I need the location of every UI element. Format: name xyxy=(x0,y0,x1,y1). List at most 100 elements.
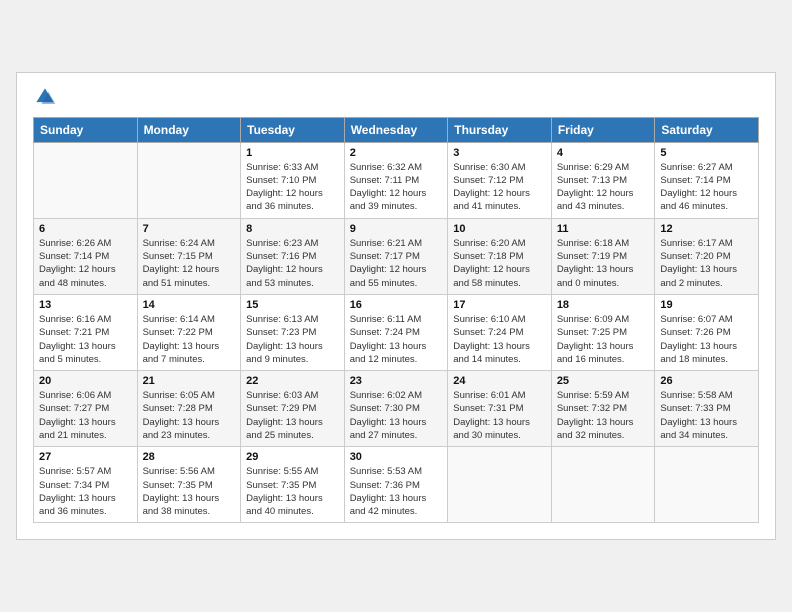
day-info: Sunrise: 6:02 AMSunset: 7:30 PMDaylight:… xyxy=(350,389,443,442)
calendar-cell: 14 Sunrise: 6:14 AMSunset: 7:22 PMDayligh… xyxy=(137,294,241,370)
day-info: Sunrise: 6:06 AMSunset: 7:27 PMDaylight:… xyxy=(39,389,132,442)
day-number: 16 xyxy=(350,299,443,311)
calendar-cell: 21 Sunrise: 6:05 AMSunset: 7:28 PMDayligh… xyxy=(137,371,241,447)
calendar-week-row: 6 Sunrise: 6:26 AMSunset: 7:14 PMDaylight… xyxy=(34,218,759,294)
day-info: Sunrise: 6:07 AMSunset: 7:26 PMDaylight:… xyxy=(660,313,753,366)
calendar-week-row: 27 Sunrise: 5:57 AMSunset: 7:34 PMDayligh… xyxy=(34,447,759,523)
calendar-week-row: 1 Sunrise: 6:33 AMSunset: 7:10 PMDaylight… xyxy=(34,142,759,218)
day-info: Sunrise: 6:21 AMSunset: 7:17 PMDaylight:… xyxy=(350,237,443,290)
day-number: 21 xyxy=(143,375,236,387)
day-number: 12 xyxy=(660,223,753,235)
calendar-table: SundayMondayTuesdayWednesdayThursdayFrid… xyxy=(33,117,759,524)
calendar-cell: 4 Sunrise: 6:29 AMSunset: 7:13 PMDaylight… xyxy=(551,142,655,218)
calendar-cell: 15 Sunrise: 6:13 AMSunset: 7:23 PMDayligh… xyxy=(241,294,345,370)
header-day: Saturday xyxy=(655,117,759,142)
day-info: Sunrise: 6:23 AMSunset: 7:16 PMDaylight:… xyxy=(246,237,339,290)
calendar-cell: 16Sunrise: 6:11 AMSunset: 7:24 PMDayligh… xyxy=(344,294,448,370)
day-number: 27 xyxy=(39,451,132,463)
calendar-cell: 3 Sunrise: 6:30 AMSunset: 7:12 PMDaylight… xyxy=(448,142,552,218)
day-number: 5 xyxy=(660,147,753,159)
header-row: SundayMondayTuesdayWednesdayThursdayFrid… xyxy=(34,117,759,142)
calendar-cell: 26Sunrise: 5:58 AMSunset: 7:33 PMDayligh… xyxy=(655,371,759,447)
day-number: 13 xyxy=(39,299,132,311)
day-number: 2 xyxy=(350,147,443,159)
day-info: Sunrise: 5:55 AMSunset: 7:35 PMDaylight:… xyxy=(246,465,339,518)
day-info: Sunrise: 6:27 AMSunset: 7:14 PMDaylight:… xyxy=(660,161,753,214)
calendar-cell: 13 Sunrise: 6:16 AMSunset: 7:21 PMDayligh… xyxy=(34,294,138,370)
calendar-cell: 7 Sunrise: 6:24 AMSunset: 7:15 PMDaylight… xyxy=(137,218,241,294)
day-number: 1 xyxy=(246,147,339,159)
day-number: 14 xyxy=(143,299,236,311)
day-info: Sunrise: 6:24 AMSunset: 7:15 PMDaylight:… xyxy=(143,237,236,290)
calendar-cell: 2 Sunrise: 6:32 AMSunset: 7:11 PMDaylight… xyxy=(344,142,448,218)
day-info: Sunrise: 6:20 AMSunset: 7:18 PMDaylight:… xyxy=(453,237,546,290)
day-number: 9 xyxy=(350,223,443,235)
day-number: 8 xyxy=(246,223,339,235)
calendar-cell: 10 Sunrise: 6:20 AMSunset: 7:18 PMDayligh… xyxy=(448,218,552,294)
day-info: Sunrise: 6:05 AMSunset: 7:28 PMDaylight:… xyxy=(143,389,236,442)
day-number: 29 xyxy=(246,451,339,463)
calendar-week-row: 20 Sunrise: 6:06 AMSunset: 7:27 PMDayligh… xyxy=(34,371,759,447)
header-day: Thursday xyxy=(448,117,552,142)
day-number: 3 xyxy=(453,147,546,159)
calendar-cell: 27 Sunrise: 5:57 AMSunset: 7:34 PMDayligh… xyxy=(34,447,138,523)
day-number: 24 xyxy=(453,375,546,387)
calendar-cell: 1 Sunrise: 6:33 AMSunset: 7:10 PMDaylight… xyxy=(241,142,345,218)
day-info: Sunrise: 6:30 AMSunset: 7:12 PMDaylight:… xyxy=(453,161,546,214)
day-number: 17 xyxy=(453,299,546,311)
day-number: 28 xyxy=(143,451,236,463)
day-number: 20 xyxy=(39,375,132,387)
day-info: Sunrise: 5:56 AMSunset: 7:35 PMDaylight:… xyxy=(143,465,236,518)
day-number: 7 xyxy=(143,223,236,235)
calendar-cell: 30 Sunrise: 5:53 AMSunset: 7:36 PMDayligh… xyxy=(344,447,448,523)
day-number: 4 xyxy=(557,147,650,159)
day-number: 11 xyxy=(557,223,650,235)
calendar-cell: 28 Sunrise: 5:56 AMSunset: 7:35 PMDayligh… xyxy=(137,447,241,523)
calendar-cell: 23 Sunrise: 6:02 AMSunset: 7:30 PMDayligh… xyxy=(344,371,448,447)
day-info: Sunrise: 6:01 AMSunset: 7:31 PMDaylight:… xyxy=(453,389,546,442)
day-number: 10 xyxy=(453,223,546,235)
calendar-cell: 20 Sunrise: 6:06 AMSunset: 7:27 PMDayligh… xyxy=(34,371,138,447)
day-info: Sunrise: 6:26 AMSunset: 7:14 PMDaylight:… xyxy=(39,237,132,290)
day-number: 18 xyxy=(557,299,650,311)
day-info: Sunrise: 5:57 AMSunset: 7:34 PMDaylight:… xyxy=(39,465,132,518)
day-info: Sunrise: 6:32 AMSunset: 7:11 PMDaylight:… xyxy=(350,161,443,214)
day-number: 30 xyxy=(350,451,443,463)
calendar-cell xyxy=(34,142,138,218)
day-info: Sunrise: 5:53 AMSunset: 7:36 PMDaylight:… xyxy=(350,465,443,518)
day-number: 15 xyxy=(246,299,339,311)
calendar-cell: 9 Sunrise: 6:21 AMSunset: 7:17 PMDaylight… xyxy=(344,218,448,294)
logo-icon xyxy=(33,85,57,109)
header xyxy=(33,85,759,109)
calendar-cell: 19Sunrise: 6:07 AMSunset: 7:26 PMDayligh… xyxy=(655,294,759,370)
day-number: 6 xyxy=(39,223,132,235)
calendar-cell: 17 Sunrise: 6:10 AMSunset: 7:24 PMDayligh… xyxy=(448,294,552,370)
day-info: Sunrise: 6:33 AMSunset: 7:10 PMDaylight:… xyxy=(246,161,339,214)
day-info: Sunrise: 6:14 AMSunset: 7:22 PMDaylight:… xyxy=(143,313,236,366)
header-day: Friday xyxy=(551,117,655,142)
day-info: Sunrise: 6:16 AMSunset: 7:21 PMDaylight:… xyxy=(39,313,132,366)
day-info: Sunrise: 6:13 AMSunset: 7:23 PMDaylight:… xyxy=(246,313,339,366)
day-info: Sunrise: 6:03 AMSunset: 7:29 PMDaylight:… xyxy=(246,389,339,442)
day-info: Sunrise: 6:18 AMSunset: 7:19 PMDaylight:… xyxy=(557,237,650,290)
calendar-cell xyxy=(655,447,759,523)
day-info: Sunrise: 6:29 AMSunset: 7:13 PMDaylight:… xyxy=(557,161,650,214)
logo xyxy=(33,85,61,109)
calendar-cell: 12 Sunrise: 6:17 AMSunset: 7:20 PMDayligh… xyxy=(655,218,759,294)
day-number: 26 xyxy=(660,375,753,387)
day-number: 23 xyxy=(350,375,443,387)
calendar-cell: 8 Sunrise: 6:23 AMSunset: 7:16 PMDaylight… xyxy=(241,218,345,294)
calendar-cell xyxy=(137,142,241,218)
day-info: Sunrise: 6:17 AMSunset: 7:20 PMDaylight:… xyxy=(660,237,753,290)
calendar-cell xyxy=(448,447,552,523)
day-number: 22 xyxy=(246,375,339,387)
calendar-cell: 11 Sunrise: 6:18 AMSunset: 7:19 PMDayligh… xyxy=(551,218,655,294)
calendar-container: SundayMondayTuesdayWednesdayThursdayFrid… xyxy=(16,72,776,541)
day-number: 25 xyxy=(557,375,650,387)
day-info: Sunrise: 6:10 AMSunset: 7:24 PMDaylight:… xyxy=(453,313,546,366)
header-day: Wednesday xyxy=(344,117,448,142)
header-day: Tuesday xyxy=(241,117,345,142)
calendar-cell: 5 Sunrise: 6:27 AMSunset: 7:14 PMDaylight… xyxy=(655,142,759,218)
calendar-cell xyxy=(551,447,655,523)
day-info: Sunrise: 6:09 AMSunset: 7:25 PMDaylight:… xyxy=(557,313,650,366)
